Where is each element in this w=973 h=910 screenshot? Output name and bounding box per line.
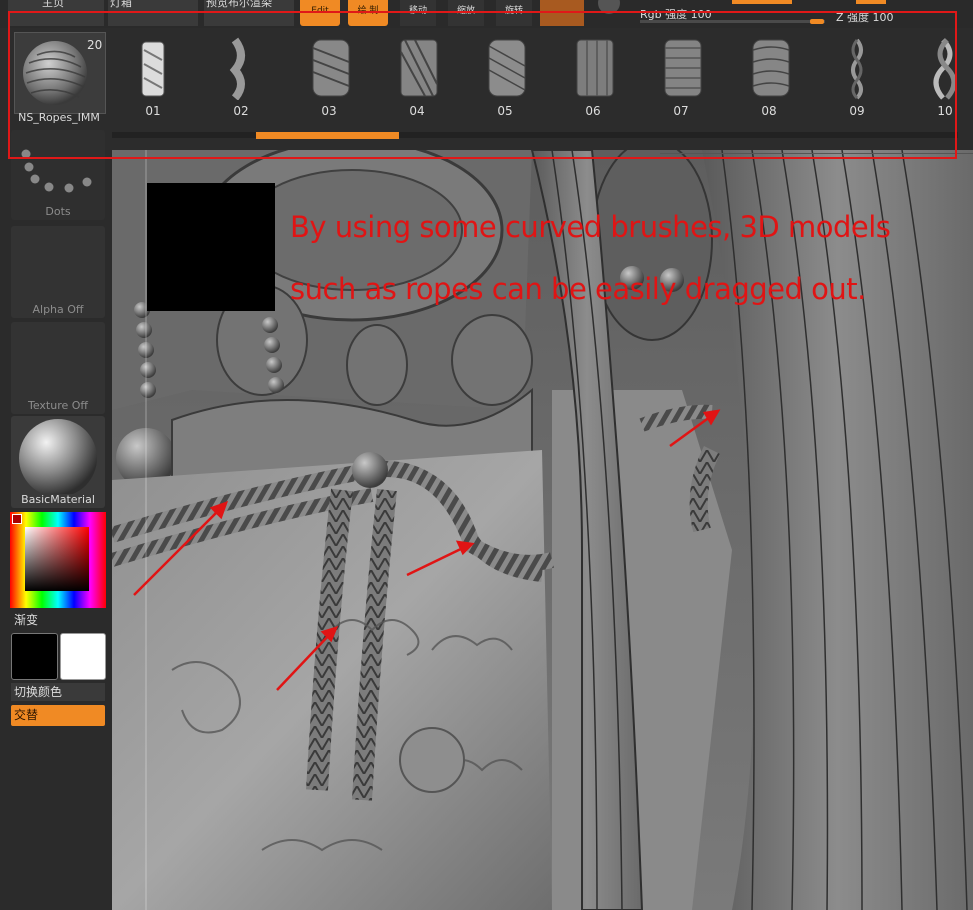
gradient-label: 渐变 xyxy=(14,613,39,627)
annotation-line-2: such as ropes can be easily dragged out. xyxy=(290,272,866,306)
rotate-button[interactable]: 旋转 xyxy=(496,0,532,26)
annotation-caption: By using some curved brushes, 3D models … xyxy=(290,196,970,320)
rope-brush-icon xyxy=(141,41,165,97)
brush-number: 10 xyxy=(937,104,953,118)
rope-brush-icon xyxy=(400,39,438,97)
brush-number: 09 xyxy=(849,104,865,118)
brush-number: 08 xyxy=(761,104,777,118)
brush-number: 07 xyxy=(673,104,689,118)
rope-brush-icon xyxy=(576,39,614,97)
texture-label: Texture Off xyxy=(27,399,88,412)
rope-brush-icon xyxy=(488,39,526,97)
draw-label: 绘 制 xyxy=(357,6,379,16)
material-sphere-icon xyxy=(19,419,97,497)
brush-number: 02 xyxy=(233,104,249,118)
alternate-button[interactable]: 交替 xyxy=(11,705,105,726)
top-menu-bar: 主页 灯箱 预览布尔渲染 Edit 绘 制 移动 缩放 旋转 Rgb 强度 10… xyxy=(0,0,973,28)
color-sphere-icon[interactable] xyxy=(598,0,620,14)
secondary-color-swatch[interactable] xyxy=(60,633,106,680)
rope-brush-icon xyxy=(752,39,790,97)
brush-item-02[interactable]: 02 xyxy=(211,36,271,120)
scale-label: 缩放 xyxy=(456,6,475,16)
brush-item-07[interactable]: 07 xyxy=(651,36,711,120)
menu-preview-label: 预览布尔渲染 xyxy=(206,0,272,9)
edit-label: Edit xyxy=(311,6,329,16)
material-label: BasicMaterial xyxy=(21,493,95,506)
brush-scroll-track[interactable] xyxy=(112,132,958,138)
material-tile[interactable]: BasicMaterial xyxy=(11,416,105,508)
rgb-intensity-knob[interactable] xyxy=(810,19,824,24)
rotate-label: 旋转 xyxy=(504,6,523,16)
menu-preview-boolean[interactable]: 预览布尔渲染 xyxy=(204,0,294,26)
rope-brush-icon: 20 xyxy=(23,38,102,105)
rgb-intensity-slider[interactable] xyxy=(640,20,825,23)
scale-button[interactable]: 缩放 xyxy=(448,0,484,26)
brush-item-03[interactable]: 03 xyxy=(299,36,359,120)
rope-brush-icon xyxy=(933,38,957,100)
brush-number: 03 xyxy=(321,104,337,118)
color-picker-marker xyxy=(12,514,22,524)
menu-lightbox-label: 灯箱 xyxy=(110,0,132,9)
rope-brush-icon xyxy=(312,39,350,97)
brush-scroll-thumb[interactable] xyxy=(256,132,399,139)
brush-count: 20 xyxy=(87,38,102,52)
edit-button[interactable]: Edit xyxy=(300,0,340,26)
move-button[interactable]: 移动 xyxy=(400,0,436,26)
viewport-top-line xyxy=(660,153,973,154)
rope-brush-icon xyxy=(664,39,702,97)
black-square xyxy=(147,183,275,311)
brush-item-04[interactable]: 04 xyxy=(387,36,447,120)
orange-indicator xyxy=(732,0,792,4)
brush-number: 05 xyxy=(497,104,513,118)
stroke-tile[interactable]: Dots xyxy=(11,130,105,220)
brush-item-10[interactable]: 10 xyxy=(915,36,973,120)
stroke-label: Dots xyxy=(45,205,71,218)
move-label: 移动 xyxy=(408,6,427,16)
rope-brush-icon xyxy=(851,38,863,100)
menu-lightbox[interactable]: 灯箱 xyxy=(108,0,198,26)
brush-item-01[interactable]: 01 xyxy=(123,36,183,120)
brush-number: 06 xyxy=(585,104,601,118)
alpha-label: Alpha Off xyxy=(32,303,84,316)
main-color-swatch[interactable] xyxy=(11,633,58,680)
left-tray: Dots Alpha Off Texture Off BasicMaterial… xyxy=(0,130,108,910)
rope-brush-icon xyxy=(229,37,245,100)
z-intensity-label: Z 强度 100 xyxy=(836,11,894,24)
brush-item-05[interactable]: 05 xyxy=(475,36,535,120)
brush-item-09[interactable]: 09 xyxy=(827,36,887,120)
brush-item-06[interactable]: 06 xyxy=(563,36,623,120)
texture-tile[interactable]: Texture Off xyxy=(11,322,105,414)
color-picker[interactable] xyxy=(10,512,106,608)
dots-stroke-icon xyxy=(21,149,92,193)
menu-home-label: 主页 xyxy=(42,0,64,9)
orange-indicator-right xyxy=(856,0,886,4)
brush-mode-button[interactable] xyxy=(540,0,584,26)
draw-button[interactable]: 绘 制 xyxy=(348,0,388,26)
brush-item-08[interactable]: 08 xyxy=(739,36,799,120)
alpha-tile[interactable]: Alpha Off xyxy=(11,226,105,318)
menu-home[interactable]: 主页 xyxy=(8,0,104,26)
annotation-line-1: By using some curved brushes, 3D models xyxy=(290,210,891,244)
brush-number: 01 xyxy=(145,104,161,118)
current-brush-name: NS_Ropes_IMM xyxy=(18,111,100,124)
current-brush-thumbnail[interactable]: 20 xyxy=(14,32,106,114)
switch-color-button[interactable]: 切换颜色 xyxy=(11,683,105,701)
brush-number: 04 xyxy=(409,104,425,118)
color-picker-square[interactable] xyxy=(25,527,89,591)
brush-palette: 20 NS_Ropes_IMM 01 02 03 04 05 06 07 08 09 10 xyxy=(0,28,973,150)
